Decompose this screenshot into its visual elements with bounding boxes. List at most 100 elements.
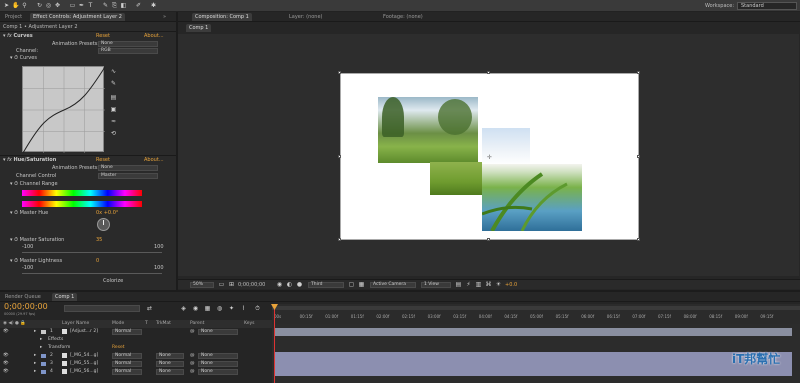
timeline-icon[interactable]: ▥ [475, 281, 482, 288]
auto-keyframe-icon[interactable]: ⏱ [254, 305, 261, 312]
comp-canvas[interactable]: ✛ [340, 73, 639, 240]
brush-tool-icon[interactable]: ✎ [102, 2, 109, 9]
exposure-icon[interactable]: ☀ [495, 281, 502, 288]
layer-parent-select[interactable]: None [198, 329, 238, 335]
tab-effect-controls[interactable]: Effect Controls: Adjustment Layer 2 [30, 13, 125, 21]
layer-trkmat-select[interactable]: None [156, 361, 184, 367]
channel-icon[interactable]: ● [296, 281, 303, 288]
quality-select[interactable]: Third [308, 282, 344, 288]
canvas-handle-tl[interactable] [338, 71, 341, 74]
comp-timecode[interactable]: 0;00;00;00 [238, 282, 265, 288]
layer-mode-select[interactable]: Normal [112, 353, 142, 359]
rotate-tool-icon[interactable]: ↻ [36, 2, 43, 9]
twirl-arrow-icon[interactable]: ▸ [34, 368, 36, 376]
tab-footage[interactable]: Footage: (none) [380, 13, 426, 21]
input-hue-range-bar[interactable] [22, 190, 142, 196]
layer-parent-select[interactable]: None [198, 369, 238, 375]
canvas-handle-ml[interactable] [338, 155, 341, 158]
transparency-grid-icon[interactable]: ▦ [358, 281, 365, 288]
camera-tool-icon[interactable]: ◎ [45, 2, 52, 9]
zoom-select[interactable]: 50% [190, 282, 214, 288]
pan-behind-tool-icon[interactable]: ✥ [54, 2, 61, 9]
hue-about-button[interactable]: About... [144, 157, 164, 163]
photo-park[interactable] [378, 97, 478, 163]
layer-row[interactable]: 👁 ▸ 2 [_MG_54...g] Normal None @ None [0, 352, 272, 360]
pickwhip-icon[interactable]: @ [190, 360, 195, 368]
camera-select[interactable]: Active Camera [370, 282, 416, 288]
pencil-tool-icon[interactable]: ✎ [110, 80, 117, 87]
expand-arrow-icon[interactable]: ▸ [40, 336, 42, 344]
layer-mode-select[interactable]: Normal [112, 369, 142, 375]
hue-presets-select[interactable]: None [98, 165, 158, 171]
canvas-handle-tc[interactable] [487, 71, 490, 74]
puppet-tool-icon[interactable]: ✱ [150, 2, 157, 9]
visibility-eye-icon[interactable]: 👁 [3, 368, 9, 376]
roi-icon[interactable]: ▢ [348, 281, 355, 288]
track-bar-layer-1[interactable] [274, 328, 792, 336]
resolution-icon[interactable]: ▭ [218, 281, 225, 288]
reset-curve-icon[interactable]: ⟲ [110, 130, 117, 137]
layer-label-color[interactable] [41, 354, 46, 358]
layer-name[interactable]: [_MG_55...g] [70, 360, 98, 368]
pickwhip-icon[interactable]: @ [190, 328, 195, 336]
hue-reset-button[interactable]: Reset [96, 157, 110, 163]
curves-reset-button[interactable]: Reset [96, 33, 110, 39]
channel-select[interactable]: RGB [98, 48, 158, 54]
work-area-bar[interactable] [272, 306, 800, 310]
hand-tool-icon[interactable]: ✋ [12, 2, 19, 9]
selection-tool-icon[interactable]: ➤ [3, 2, 10, 9]
layer-property-row[interactable]: ▸ Effects [0, 336, 272, 344]
curve-tool-icon[interactable]: ∿ [110, 68, 117, 75]
twirl-arrow-icon[interactable]: ▸ [34, 360, 36, 368]
views-select[interactable]: 1 View [421, 282, 451, 288]
curves-graph[interactable] [22, 66, 106, 154]
curves-effect-header[interactable]: ▾ fx Curves [3, 33, 33, 39]
photo-field[interactable] [430, 162, 484, 195]
track-bar-layer-4[interactable] [274, 368, 792, 376]
layer-trkmat-select[interactable]: None [156, 369, 184, 375]
transform-reset-button[interactable]: Reset [112, 344, 125, 352]
canvas-handle-mr[interactable] [637, 155, 640, 158]
anchor-point-icon[interactable]: ✛ [487, 154, 492, 161]
eraser-tool-icon[interactable]: ◧ [120, 2, 127, 9]
layer-label-color[interactable] [41, 362, 46, 366]
clone-tool-icon[interactable]: ⎘ [111, 2, 118, 9]
timeline-search-input[interactable] [64, 305, 140, 312]
zoom-tool-icon[interactable]: ⚲ [21, 2, 28, 9]
layer-trkmat-select[interactable]: None [156, 353, 184, 359]
open-curve-icon[interactable]: ▤ [110, 94, 117, 101]
canvas-handle-tr[interactable] [637, 71, 640, 74]
graph-editor-icon[interactable]: ⌇ [240, 305, 247, 312]
timeline-timecode[interactable]: 0;00;00;00 [4, 303, 48, 311]
tab-render-queue[interactable]: Render Queue [2, 293, 44, 301]
sat-slider[interactable] [22, 252, 162, 253]
twirl-arrow-icon[interactable]: ▸ [34, 352, 36, 360]
snapshot-icon[interactable]: ◉ [276, 281, 283, 288]
curves-presets-select[interactable]: None [98, 41, 158, 47]
comp-mini-flowchart-icon[interactable]: ⇄ [146, 305, 153, 312]
time-ruler[interactable]: 00s 00:15f 01:00f 01:15f 02:00f 02:15f 03:00f 0… [272, 304, 800, 324]
draft-3d-icon[interactable]: ◈ [180, 305, 187, 312]
light-slider[interactable] [22, 273, 162, 274]
playhead[interactable] [274, 304, 275, 383]
layer-label-color[interactable] [41, 330, 46, 334]
master-hue-dial[interactable] [97, 218, 110, 231]
flowchart-icon[interactable]: ⌘ [485, 281, 492, 288]
show-snapshot-icon[interactable]: ◐ [286, 281, 293, 288]
tab-project[interactable]: Project [2, 13, 25, 21]
panel-overflow-icon[interactable]: » [160, 13, 169, 21]
layer-name[interactable]: [Adjust...r 2] [70, 328, 98, 336]
motion-blur-icon[interactable]: ◍ [216, 305, 223, 312]
type-tool-icon[interactable]: T [87, 2, 94, 9]
grid-toggle-icon[interactable]: ⊞ [228, 281, 235, 288]
visibility-eye-icon[interactable]: 👁 [3, 360, 9, 368]
layer-name[interactable]: [_MG_54...g] [70, 352, 98, 360]
expand-arrow-icon[interactable]: ▸ [40, 344, 42, 352]
tab-composition[interactable]: Composition: Comp 1 [192, 13, 252, 21]
output-hue-range-bar[interactable] [22, 201, 142, 207]
master-sat-value[interactable]: 35 [96, 237, 102, 243]
tab-comp-1[interactable]: Comp 1 [52, 293, 78, 301]
visibility-eye-icon[interactable]: 👁 [3, 352, 9, 360]
layer-property-row[interactable]: ▸ Transform Reset [0, 344, 272, 352]
exposure-value[interactable]: +0.0 [505, 282, 517, 288]
